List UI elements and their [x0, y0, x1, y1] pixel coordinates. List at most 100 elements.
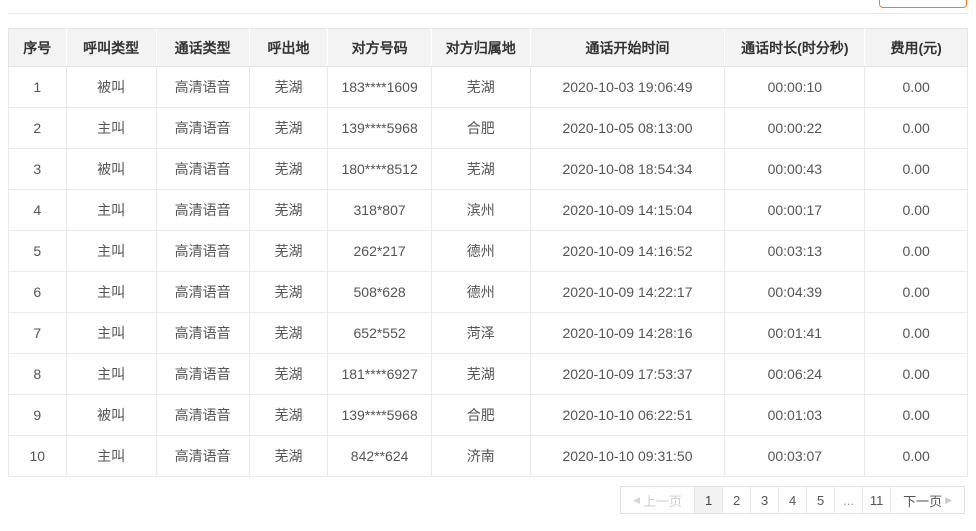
table-cell: 0.00 [865, 231, 968, 272]
table-cell: 0.00 [865, 395, 968, 436]
table-cell: 芜湖 [249, 272, 328, 313]
table-cell: 262*217 [328, 231, 432, 272]
table-row: 10主叫高清语音芜湖842**624济南2020-10-10 09:31:500… [9, 436, 968, 477]
table-cell: 00:01:41 [725, 313, 865, 354]
table-cell: 主叫 [66, 190, 156, 231]
table-cell: 508*628 [328, 272, 432, 313]
prev-page-label: 上一页 [643, 491, 682, 510]
table-cell: 181****6927 [328, 354, 432, 395]
table-cell: 芜湖 [249, 190, 328, 231]
table-cell: 合肥 [431, 395, 530, 436]
table-cell: 2020-10-09 17:53:37 [530, 354, 725, 395]
table-cell: 00:04:39 [725, 272, 865, 313]
call-records-page: { "top_button": { "label": "" }, "table"… [0, 0, 976, 531]
table-cell: 主叫 [66, 436, 156, 477]
table-cell: 2020-10-09 14:16:52 [530, 231, 725, 272]
page-ellipsis: ... [834, 487, 862, 513]
table-cell: 318*807 [328, 190, 432, 231]
table-cell: 高清语音 [156, 108, 249, 149]
page-button-2[interactable]: 2 [722, 487, 750, 513]
next-page-button[interactable]: 下一页 ▶ [890, 487, 964, 513]
table-cell: 德州 [431, 272, 530, 313]
page-button-1[interactable]: 1 [694, 487, 722, 513]
table-cell: 济南 [431, 436, 530, 477]
table-cell: 合肥 [431, 108, 530, 149]
page-button-3[interactable]: 3 [750, 487, 778, 513]
table-cell: 德州 [431, 231, 530, 272]
table-cell: 2020-10-09 14:15:04 [530, 190, 725, 231]
table-cell: 高清语音 [156, 149, 249, 190]
table-cell: 芜湖 [431, 354, 530, 395]
table-cell: 高清语音 [156, 436, 249, 477]
table-cell: 高清语音 [156, 190, 249, 231]
table-row: 1被叫高清语音芜湖183****1609芜湖2020-10-03 19:06:4… [9, 67, 968, 108]
table-cell: 芜湖 [249, 231, 328, 272]
table-cell: 芜湖 [249, 436, 328, 477]
table-cell: 菏泽 [431, 313, 530, 354]
table-cell: 高清语音 [156, 67, 249, 108]
next-arrow-icon: ▶ [945, 496, 952, 505]
column-header: 通话时长(时分秒) [725, 29, 865, 67]
column-header: 通话开始时间 [530, 29, 725, 67]
column-header: 呼出地 [249, 29, 328, 67]
table-row: 3被叫高清语音芜湖180****8512芜湖2020-10-08 18:54:3… [9, 149, 968, 190]
table-row: 8主叫高清语音芜湖181****6927芜湖2020-10-09 17:53:3… [9, 354, 968, 395]
table-cell: 高清语音 [156, 354, 249, 395]
table-cell: 主叫 [66, 272, 156, 313]
table-cell: 2020-10-09 14:28:16 [530, 313, 725, 354]
table-row: 5主叫高清语音芜湖262*217德州2020-10-09 14:16:5200:… [9, 231, 968, 272]
table-cell: 652*552 [328, 313, 432, 354]
page-button-11[interactable]: 11 [862, 487, 890, 513]
table-cell: 主叫 [66, 108, 156, 149]
table-cell: 被叫 [66, 149, 156, 190]
table-row: 9被叫高清语音芜湖139****5968合肥2020-10-10 06:22:5… [9, 395, 968, 436]
table-cell: 0.00 [865, 190, 968, 231]
table-cell: 0.00 [865, 436, 968, 477]
table-cell: 00:00:17 [725, 190, 865, 231]
column-header: 呼叫类型 [66, 29, 156, 67]
prev-page-button[interactable]: ◀ 上一页 [621, 487, 694, 513]
table-cell: 芜湖 [431, 149, 530, 190]
table-row: 2主叫高清语音芜湖139****5968合肥2020-10-05 08:13:0… [9, 108, 968, 149]
table-cell: 滨州 [431, 190, 530, 231]
call-records-table: 序号呼叫类型通话类型呼出地对方号码对方归属地通话开始时间通话时长(时分秒)费用(… [8, 28, 968, 477]
table-header-row: 序号呼叫类型通话类型呼出地对方号码对方归属地通话开始时间通话时长(时分秒)费用(… [9, 29, 968, 67]
table-cell: 芜湖 [249, 108, 328, 149]
table-cell: 00:00:10 [725, 67, 865, 108]
table-cell: 芜湖 [249, 313, 328, 354]
page-button-5[interactable]: 5 [806, 487, 834, 513]
top-action-button[interactable] [879, 0, 967, 8]
table-cell: 10 [9, 436, 67, 477]
table-cell: 9 [9, 395, 67, 436]
table-cell: 高清语音 [156, 313, 249, 354]
table-cell: 主叫 [66, 313, 156, 354]
table-cell: 被叫 [66, 67, 156, 108]
table-cell: 0.00 [865, 108, 968, 149]
next-page-label: 下一页 [903, 491, 942, 510]
table-cell: 0.00 [865, 67, 968, 108]
table-cell: 芜湖 [431, 67, 530, 108]
table-cell: 芜湖 [249, 67, 328, 108]
table-cell: 139****5968 [328, 108, 432, 149]
table-cell: 00:00:22 [725, 108, 865, 149]
table-cell: 183****1609 [328, 67, 432, 108]
table-body: 1被叫高清语音芜湖183****1609芜湖2020-10-03 19:06:4… [9, 67, 968, 477]
table-cell: 高清语音 [156, 231, 249, 272]
table-cell: 4 [9, 190, 67, 231]
column-header: 通话类型 [156, 29, 249, 67]
table-cell: 6 [9, 272, 67, 313]
page-button-4[interactable]: 4 [778, 487, 806, 513]
table-cell: 芜湖 [249, 354, 328, 395]
table-cell: 5 [9, 231, 67, 272]
table-cell: 1 [9, 67, 67, 108]
table-cell: 2020-10-05 08:13:00 [530, 108, 725, 149]
table-header: 序号呼叫类型通话类型呼出地对方号码对方归属地通话开始时间通话时长(时分秒)费用(… [9, 29, 968, 67]
table-cell: 主叫 [66, 231, 156, 272]
table-cell: 2 [9, 108, 67, 149]
table-cell: 00:03:07 [725, 436, 865, 477]
table-cell: 842**624 [328, 436, 432, 477]
table-row: 7主叫高清语音芜湖652*552菏泽2020-10-09 14:28:1600:… [9, 313, 968, 354]
table-cell: 2020-10-09 14:22:17 [530, 272, 725, 313]
table-cell: 被叫 [66, 395, 156, 436]
table-cell: 0.00 [865, 313, 968, 354]
